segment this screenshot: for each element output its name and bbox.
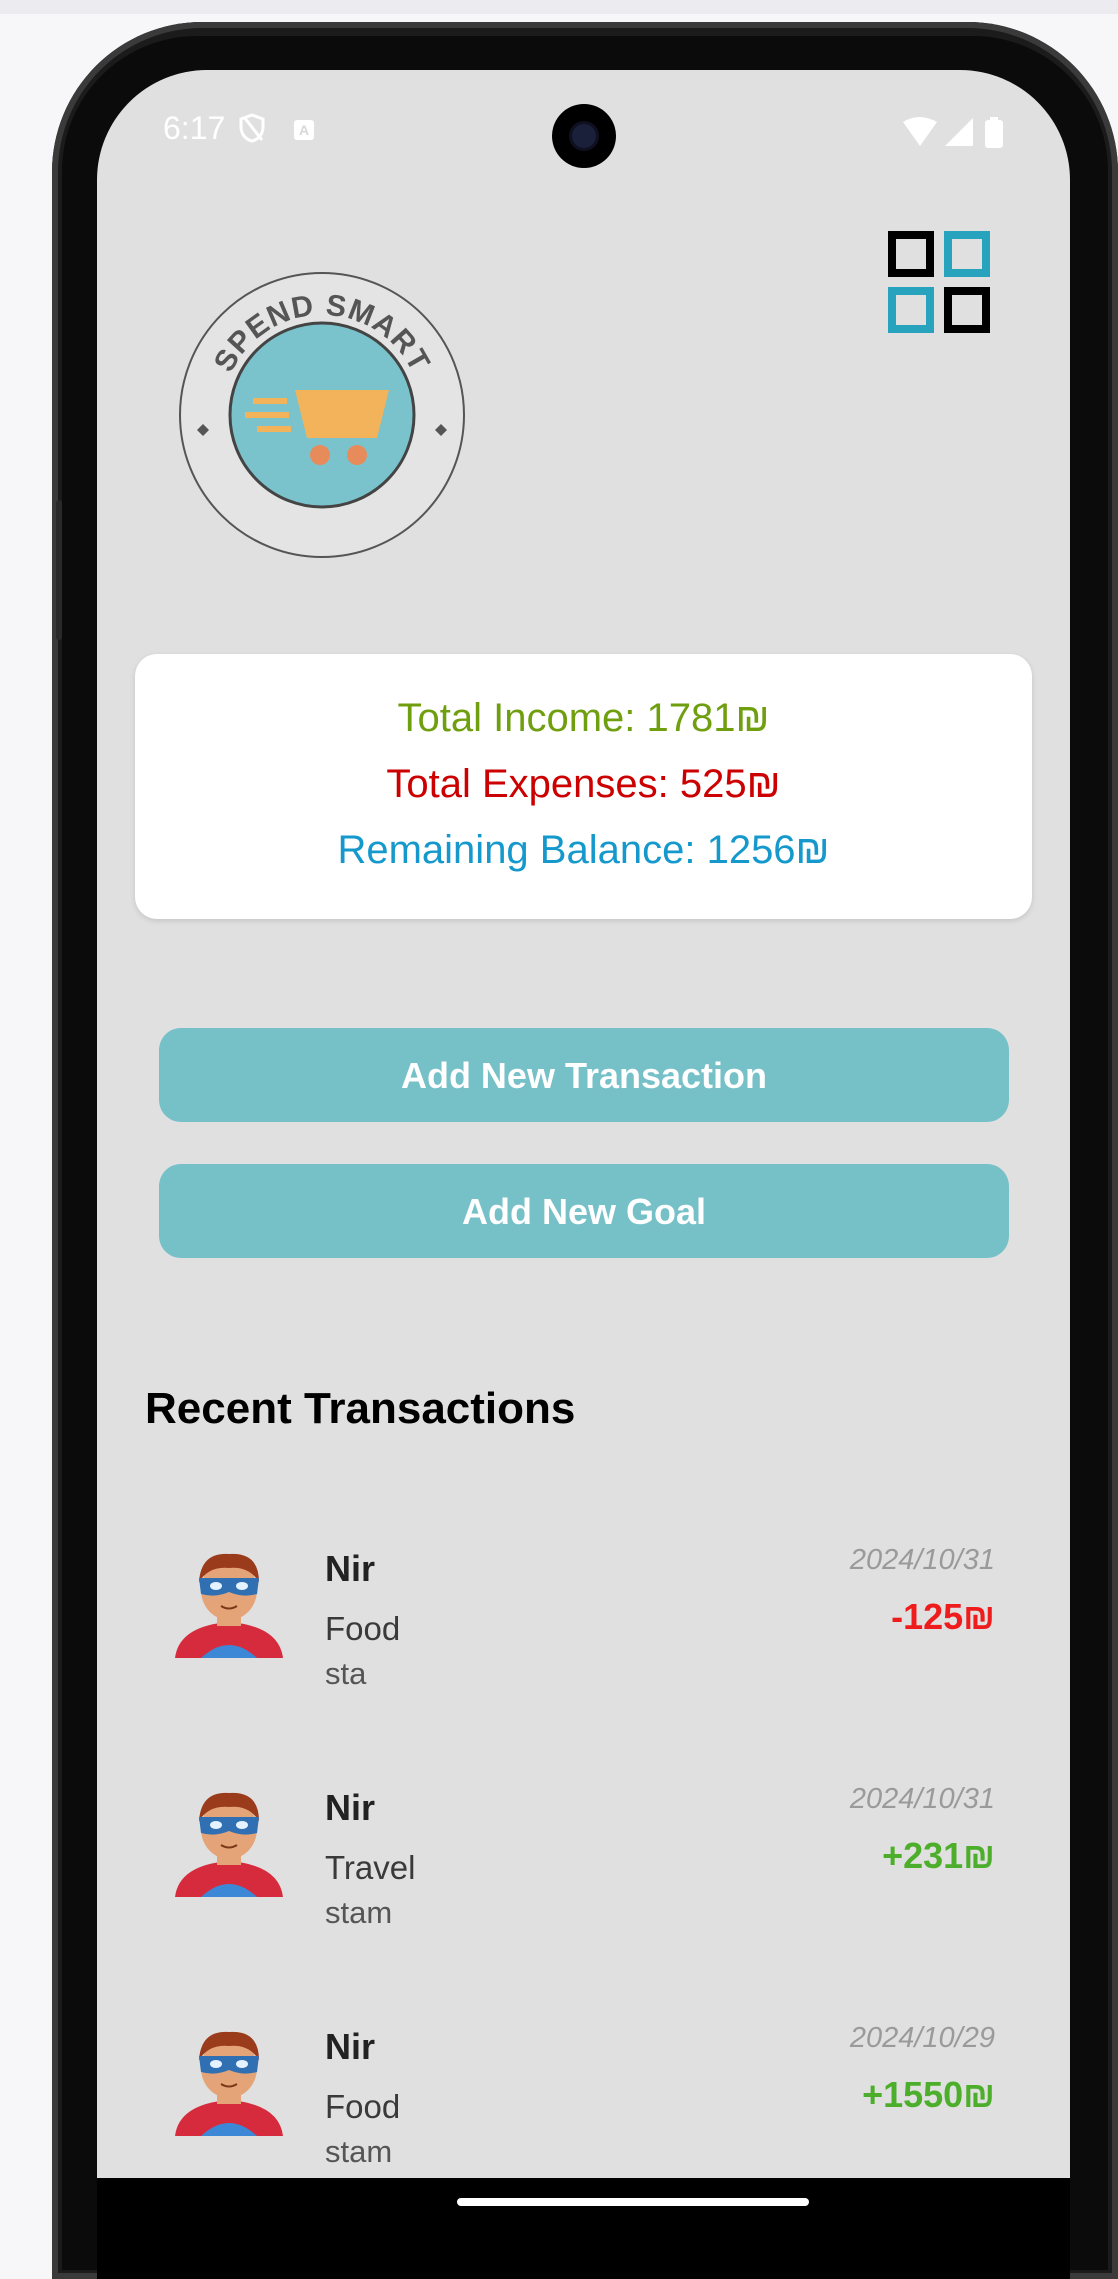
volume-button (56, 500, 62, 640)
grid-menu-icon[interactable] (887, 230, 991, 334)
status-time: 6:17 (163, 110, 226, 146)
transaction-user: Nir (325, 2026, 376, 2067)
transaction-category: Food (325, 1610, 401, 1647)
transaction-user: Nir (325, 1787, 376, 1828)
status-icons (903, 117, 1003, 148)
battery-icon (985, 117, 1003, 148)
transaction-date: 2024/10/31 (849, 1544, 995, 1576)
total-expenses: Total Expenses: 525₪ (386, 762, 781, 806)
spend-smart-logo: SPEND SMART (179, 272, 465, 558)
total-income: Total Income: 1781₪ (397, 696, 770, 740)
superhero-avatar-icon (175, 1792, 283, 1897)
remaining-balance: Remaining Balance: 1256₪ (337, 828, 830, 872)
add-goal-button[interactable]: Add New Goal (159, 1164, 1009, 1258)
transaction-description: stam (325, 2134, 393, 2169)
notification-a-icon: A (294, 120, 314, 140)
transaction-amount: -125₪ (891, 1596, 995, 1637)
recent-transactions-title: Recent Transactions (145, 1384, 576, 1433)
transaction-amount: +231₪ (882, 1835, 995, 1876)
superhero-avatar-icon (175, 2031, 283, 2136)
transaction-description: sta (325, 1656, 367, 1691)
home-indicator[interactable] (457, 2198, 809, 2206)
summary-card: Total Income: 1781₪ Total Expenses: 525₪… (135, 654, 1032, 919)
transaction-date: 2024/10/31 (849, 1783, 995, 1815)
transaction-amount: +1550₪ (862, 2074, 995, 2115)
transaction-item[interactable]: Nir Food sta 2024/10/31 -125₪ (97, 1506, 1070, 1706)
navigation-bar (97, 2178, 1070, 2279)
wifi-icon (903, 117, 937, 146)
transaction-category: Travel (325, 1849, 416, 1886)
transaction-item[interactable]: Nir Travel stam 2024/10/31 +231₪ (97, 1745, 1070, 1945)
transaction-description: stam (325, 1895, 393, 1930)
shield-icon (239, 113, 265, 143)
superhero-avatar-icon (175, 1553, 283, 1658)
app-screen: 6:17 A SPEND SMART (97, 70, 1070, 2178)
transaction-item[interactable]: Nir Food stam 2024/10/29 +1550₪ (97, 1984, 1070, 2178)
top-strip (0, 0, 1118, 14)
transaction-user: Nir (325, 1548, 376, 1589)
signal-icon (945, 118, 973, 146)
transaction-date: 2024/10/29 (849, 2022, 995, 2054)
add-transaction-button[interactable]: Add New Transaction (159, 1028, 1009, 1122)
front-camera (552, 104, 616, 168)
transaction-category: Food (325, 2088, 401, 2125)
